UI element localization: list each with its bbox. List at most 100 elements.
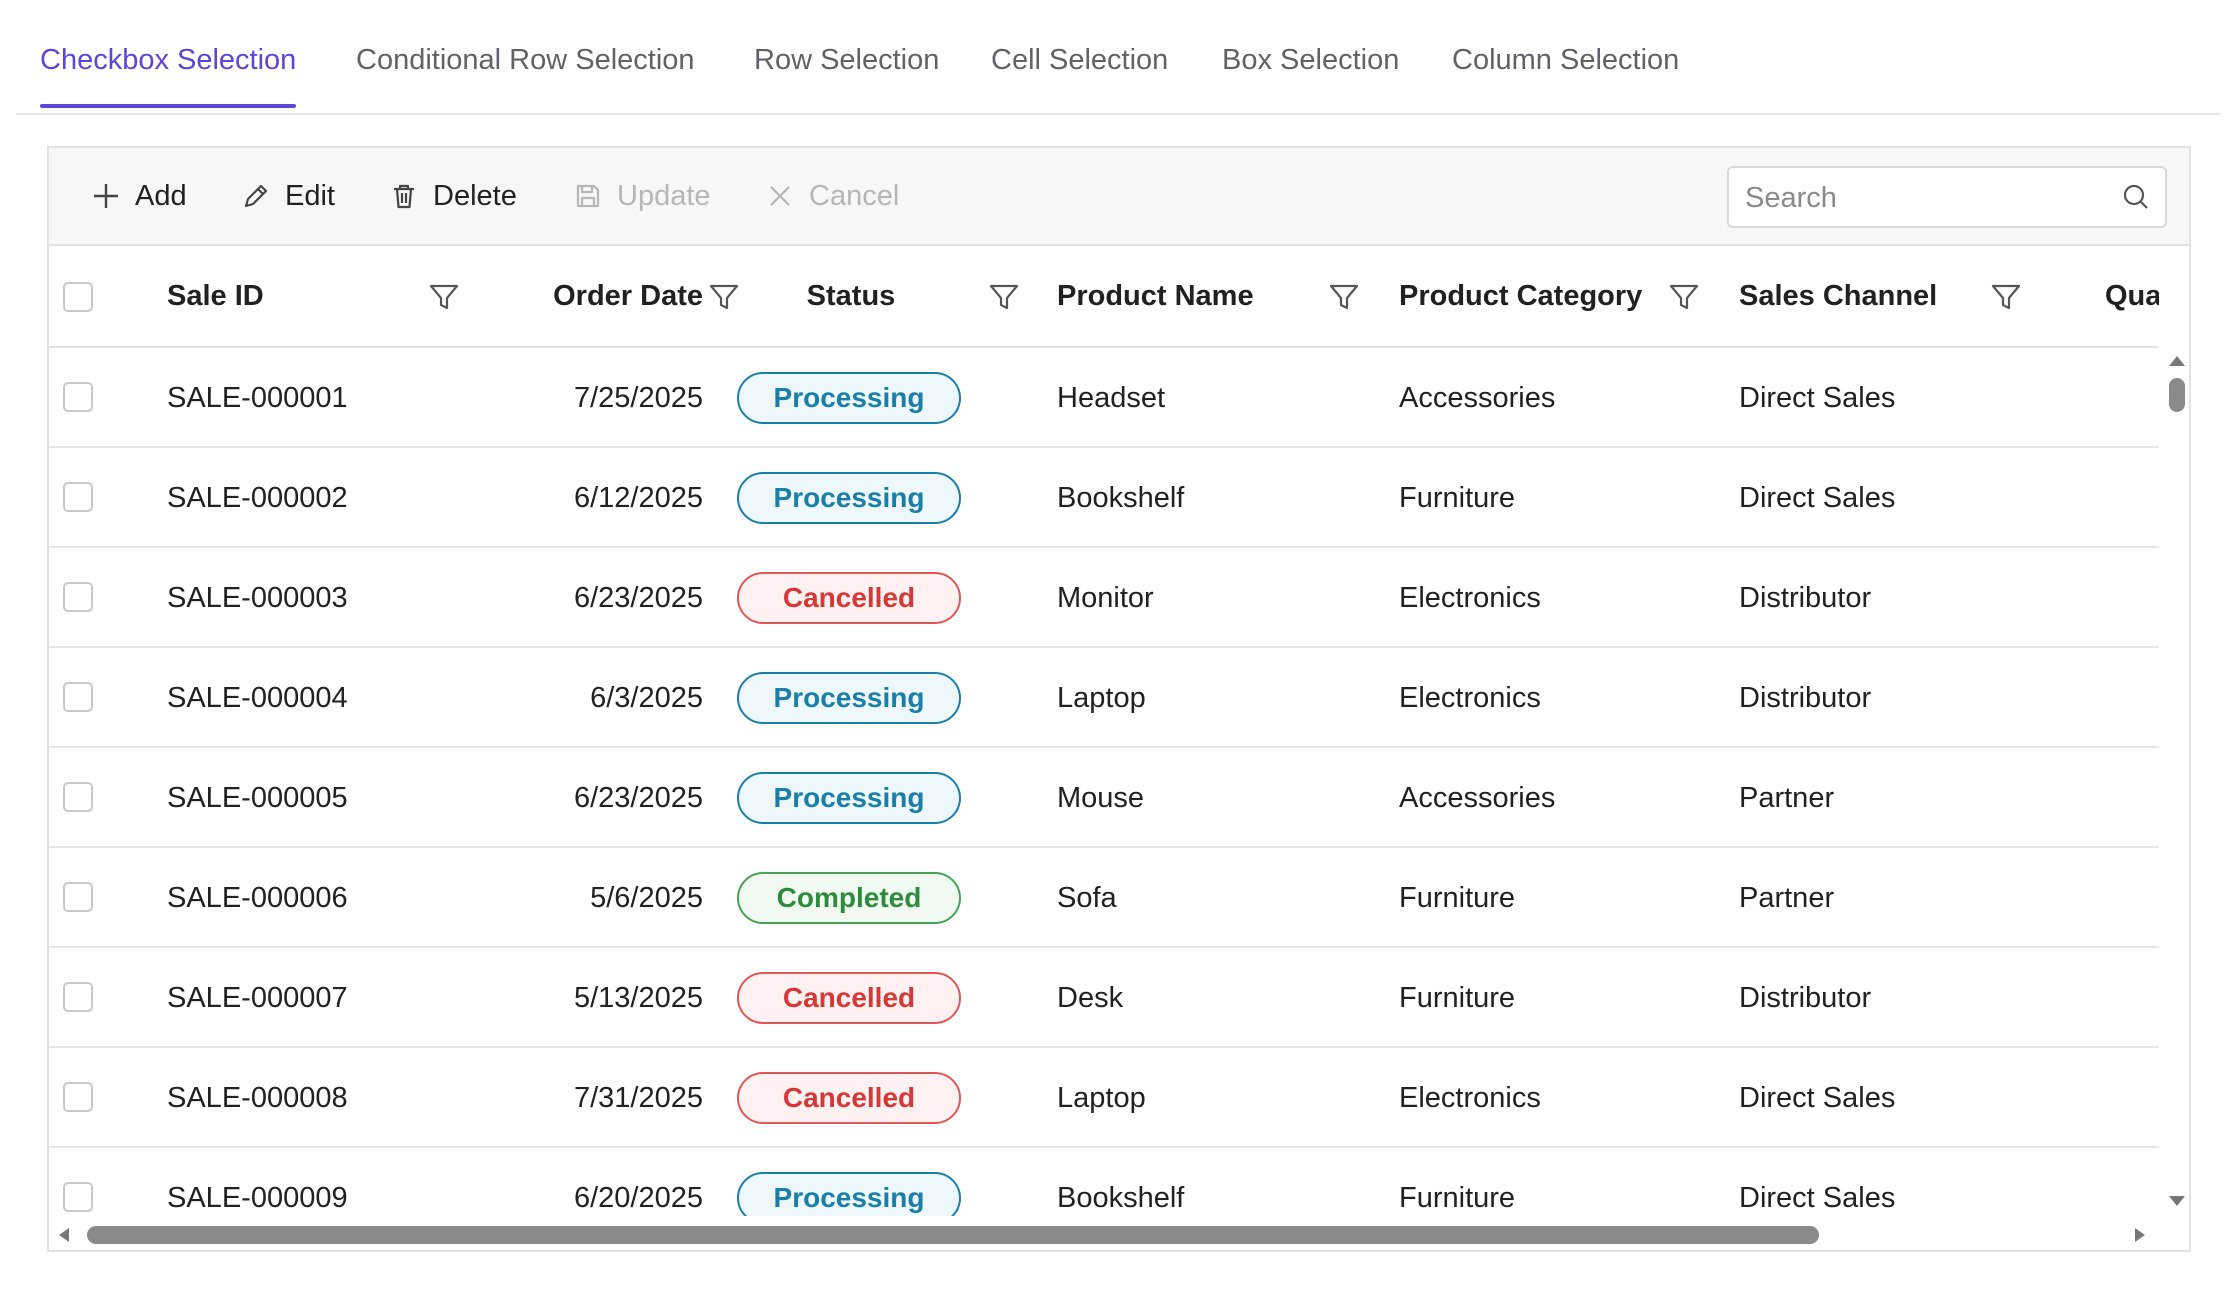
tab-cell-selection[interactable]: Cell Selection — [991, 44, 1168, 105]
cell-product-category: Furniture — [1399, 881, 1516, 914]
delete-button[interactable]: Delete — [389, 176, 517, 216]
grid-toolbar: Add Edit Delete Update Cancel — [49, 148, 2189, 246]
cell-sales-channel: Direct Sales — [1739, 381, 1896, 414]
cell-order-date: 6/12/2025 — [573, 481, 703, 514]
tab-column-selection[interactable]: Column Selection — [1452, 44, 1679, 105]
row-checkbox[interactable] — [63, 1182, 93, 1212]
status-badge: Processing — [737, 1172, 961, 1216]
cell-product-name: Laptop — [1057, 1081, 1146, 1114]
scroll-right-icon[interactable] — [2135, 1228, 2145, 1242]
cancel-label: Cancel — [809, 179, 900, 212]
save-icon — [576, 184, 600, 208]
row-checkbox[interactable] — [63, 1082, 93, 1112]
cancel-button[interactable]: Cancel — [765, 176, 899, 216]
vertical-scrollbar[interactable] — [2165, 348, 2189, 1216]
cell-product-name: Mouse — [1057, 781, 1145, 814]
cell-sale-id: SALE-000008 — [167, 1081, 348, 1114]
table-row[interactable]: SALE-000001 7/25/2025 Processing Headset Acc… — [49, 348, 2159, 448]
header-order-date[interactable]: Order Date — [503, 246, 703, 346]
row-checkbox[interactable] — [63, 882, 93, 912]
cell-sale-id: SALE-000003 — [167, 581, 348, 614]
cell-sale-id: SALE-000005 — [167, 781, 348, 814]
horizontal-scroll-thumb[interactable] — [87, 1226, 1819, 1244]
cell-order-date: 6/23/2025 — [573, 581, 703, 614]
grid-body: SALE-000001 7/25/2025 Processing Headset Acc… — [49, 348, 2159, 1216]
table-row[interactable]: SALE-000006 5/6/2025 Completed Sofa Furnitur… — [49, 848, 2159, 948]
cell-order-date: 5/6/2025 — [590, 881, 703, 914]
plus-icon — [94, 184, 118, 208]
cell-product-category: Furniture — [1399, 1181, 1516, 1214]
table-row[interactable]: SALE-000002 6/12/2025 Processing Bookshelf F… — [49, 448, 2159, 548]
edit-label: Edit — [285, 179, 335, 212]
row-checkbox[interactable] — [63, 682, 93, 712]
search-icon[interactable] — [2121, 182, 2151, 212]
header-status[interactable]: Status — [787, 246, 915, 346]
header-sale-id[interactable]: Sale ID — [167, 246, 264, 346]
cell-product-category: Electronics — [1399, 1081, 1541, 1114]
status-badge: Completed — [737, 872, 961, 924]
tab-checkbox-selection[interactable]: Checkbox Selection — [40, 44, 297, 108]
filter-icon[interactable] — [1989, 280, 2023, 314]
cell-sales-channel: Distributor — [1739, 981, 1872, 1014]
cell-product-category: Accessories — [1399, 381, 1556, 414]
row-checkbox[interactable] — [63, 782, 93, 812]
tab-box-selection[interactable]: Box Selection — [1222, 44, 1399, 105]
filter-icon[interactable] — [1327, 280, 1361, 314]
vertical-scroll-thumb[interactable] — [2169, 378, 2185, 412]
cell-sales-channel: Partner — [1739, 781, 1835, 814]
tab-row-selection[interactable]: Row Selection — [754, 44, 939, 105]
cell-order-date: 6/20/2025 — [573, 1181, 703, 1214]
scroll-down-icon[interactable] — [2169, 1196, 2185, 1206]
table-row[interactable]: SALE-000007 5/13/2025 Cancelled Desk Furnitu… — [49, 948, 2159, 1048]
pencil-icon — [244, 184, 268, 208]
cell-product-category: Electronics — [1399, 681, 1541, 714]
tab-conditional-row-selection[interactable]: Conditional Row Selection — [356, 44, 695, 105]
row-checkbox[interactable] — [63, 582, 93, 612]
filter-icon[interactable] — [987, 280, 1021, 314]
status-badge: Processing — [737, 372, 961, 424]
search-input[interactable] — [1743, 168, 2117, 228]
cell-product-category: Furniture — [1399, 481, 1516, 514]
header-product-name[interactable]: Product Name — [1057, 246, 1254, 346]
cell-order-date: 5/13/2025 — [573, 981, 703, 1014]
table-row[interactable]: SALE-000008 7/31/2025 Cancelled Laptop Elect… — [49, 1048, 2159, 1148]
grid-header: Sale ID Order Date Status Product Name P… — [49, 246, 2159, 348]
filter-icon[interactable] — [1667, 280, 1701, 314]
row-checkbox[interactable] — [63, 982, 93, 1012]
cell-sale-id: SALE-000009 — [167, 1181, 348, 1214]
cell-sale-id: SALE-000006 — [167, 881, 348, 914]
header-quantity[interactable]: Quantity — [2105, 246, 2159, 346]
filter-icon[interactable] — [707, 280, 741, 314]
status-badge: Processing — [737, 772, 961, 824]
select-all-checkbox[interactable] — [63, 282, 93, 312]
edit-button[interactable]: Edit — [241, 176, 335, 216]
status-badge: Cancelled — [737, 572, 961, 624]
scroll-left-icon[interactable] — [59, 1228, 69, 1242]
delete-label: Delete — [433, 179, 517, 212]
cell-order-date: 7/31/2025 — [573, 1081, 703, 1114]
add-button[interactable]: Add — [91, 176, 187, 216]
scroll-up-icon[interactable] — [2169, 356, 2185, 366]
horizontal-scrollbar[interactable] — [49, 1216, 2189, 1250]
row-checkbox[interactable] — [63, 482, 93, 512]
update-button[interactable]: Update — [573, 176, 711, 216]
cell-sales-channel: Direct Sales — [1739, 481, 1896, 514]
tab-bar: Checkbox Selection Conditional Row Selec… — [16, 0, 2220, 115]
table-row[interactable]: SALE-000003 6/23/2025 Cancelled Monitor Elec… — [49, 548, 2159, 648]
cell-sale-id: SALE-000007 — [167, 981, 348, 1014]
row-checkbox[interactable] — [63, 382, 93, 412]
update-label: Update — [617, 179, 711, 212]
cell-sale-id: SALE-000004 — [167, 681, 348, 714]
data-grid: Add Edit Delete Update Cancel Sale ID Or… — [47, 146, 2191, 1252]
header-sales-channel[interactable]: Sales Channel — [1739, 246, 1937, 346]
cell-sale-id: SALE-000002 — [167, 481, 348, 514]
cell-product-name: Bookshelf — [1057, 1181, 1185, 1214]
table-row[interactable]: SALE-000004 6/3/2025 Processing Laptop Elect… — [49, 648, 2159, 748]
cell-order-date: 7/25/2025 — [573, 381, 703, 414]
table-row[interactable]: SALE-000009 6/20/2025 Processing Bookshelf F… — [49, 1148, 2159, 1216]
header-product-category[interactable]: Product Category — [1399, 246, 1642, 346]
filter-icon[interactable] — [427, 280, 461, 314]
table-row[interactable]: SALE-000005 6/23/2025 Processing Mouse Acces… — [49, 748, 2159, 848]
status-badge: Cancelled — [737, 1072, 961, 1124]
cell-sales-channel: Direct Sales — [1739, 1181, 1896, 1214]
